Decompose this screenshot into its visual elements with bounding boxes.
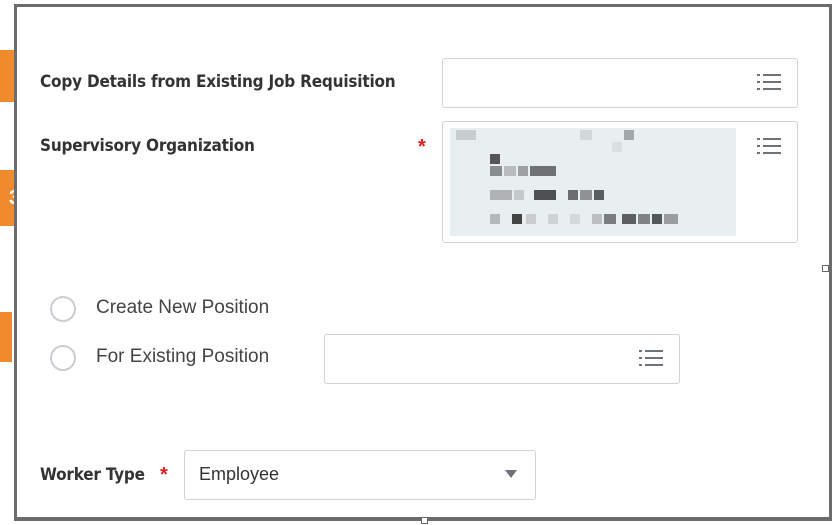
for-existing-position-label: For Existing Position [96, 346, 270, 367]
worker-type-select[interactable]: Employee [184, 450, 536, 500]
supervisory-org-prompt-field[interactable] [442, 121, 798, 243]
list-icon[interactable] [639, 349, 663, 367]
existing-position-prompt-field[interactable] [324, 334, 680, 384]
supervisory-org-required-marker: * [418, 136, 426, 158]
worker-type-required-marker: * [160, 464, 168, 486]
radio-create-new-position[interactable] [50, 296, 76, 322]
list-icon[interactable] [757, 73, 781, 91]
copy-details-label: Copy Details from Existing Job Requisiti… [40, 72, 396, 92]
supervisory-org-label: Supervisory Organization [40, 136, 255, 156]
list-icon[interactable] [757, 137, 781, 155]
worker-type-label: Worker Type [40, 465, 145, 485]
copy-details-prompt-field[interactable] [442, 58, 798, 108]
create-new-position-label: Create New Position [96, 297, 270, 318]
resize-handle-bottom[interactable] [421, 517, 428, 524]
callout-tab-2 [0, 312, 12, 362]
radio-for-existing-position[interactable] [50, 345, 76, 371]
chevron-down-icon[interactable] [505, 470, 517, 478]
resize-handle-right[interactable] [822, 265, 829, 272]
redacted-selection [450, 128, 736, 236]
worker-type-value: Employee [199, 464, 280, 484]
